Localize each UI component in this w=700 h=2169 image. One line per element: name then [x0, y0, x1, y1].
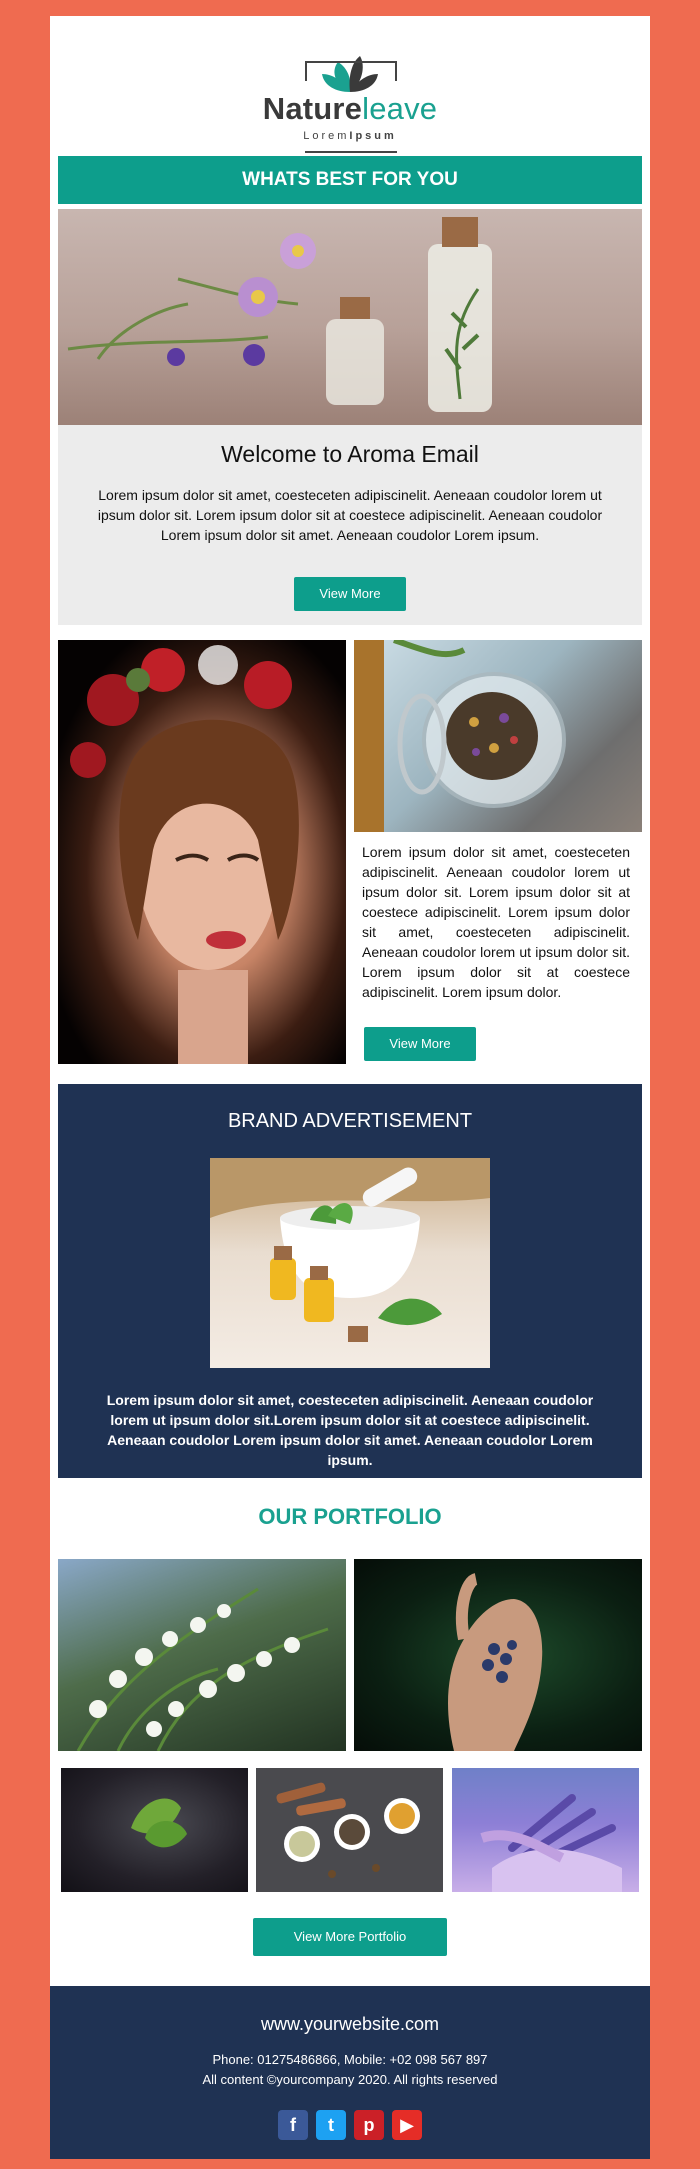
email-container: Natureleave LoremIpsum WHATS BEST FOR YO… — [50, 16, 650, 2159]
footer: www.yourwebsite.com Phone: 01275486866, … — [50, 1986, 650, 2159]
tea-jar-image — [354, 640, 642, 832]
hand-illustration — [448, 1573, 543, 1751]
section-banner: WHATS BEST FOR YOU — [58, 156, 642, 204]
portfolio-image-lavender[interactable] — [452, 1768, 639, 1892]
brand-text: Lorem ipsum dolor sit amet, coesteceten … — [106, 1392, 594, 1468]
hero-image-aroma-bottles — [58, 209, 642, 425]
logo-tagline-part2: Ipsum — [349, 130, 397, 142]
portfolio-title: OUR PORTFOLIO — [258, 1504, 442, 1529]
portfolio-image-hand-berries[interactable] — [354, 1559, 642, 1751]
mortar-pestle-image — [210, 1158, 490, 1368]
contact-phone: Phone: 01275486866, Mobile: +02 098 567 … — [212, 2052, 488, 2067]
portrait-image-flower-crown — [58, 640, 346, 1064]
social-links: f t p ▶ — [278, 2110, 422, 2140]
basil-illustration — [131, 1798, 187, 1848]
hero-illustration — [67, 217, 492, 412]
jar-illustration — [354, 640, 566, 832]
view-more-portfolio-button[interactable]: View More Portfolio — [253, 1918, 447, 1956]
welcome-section: Welcome to Aroma Email Lorem ipsum dolor… — [58, 425, 642, 625]
portfolio-image-spices[interactable] — [256, 1768, 443, 1892]
logo-name-part2: leave — [362, 91, 438, 126]
website-link[interactable]: www.yourwebsite.com — [50, 2014, 650, 2035]
feature-text: Lorem ipsum dolor sit amet, coesteceten … — [362, 844, 630, 1000]
logo-name-part1: Nature — [262, 91, 363, 126]
brand-illustration — [210, 1158, 490, 1342]
portrait-illustration — [70, 645, 299, 1064]
logo-tagline: LoremIpsum — [50, 130, 650, 142]
welcome-text: Lorem ipsum dolor sit amet, coesteceten … — [97, 487, 603, 543]
portfolio-image-lily-of-the-valley[interactable] — [58, 1559, 346, 1751]
logo[interactable]: Natureleave LoremIpsum — [50, 36, 650, 156]
spices-illustration — [276, 1782, 420, 1878]
brand-advertisement-section: BRAND ADVERTISEMENT Lorem ipsum dolor si… — [58, 1084, 642, 1478]
lavender-illustration — [480, 1794, 622, 1892]
facebook-icon[interactable]: f — [278, 2110, 308, 2140]
brand-title: BRAND ADVERTISEMENT — [227, 1110, 473, 1132]
logo-name: Natureleave — [50, 91, 650, 127]
view-more-button[interactable]: View More — [294, 577, 406, 611]
welcome-title: Welcome to Aroma Email — [221, 441, 479, 467]
pinterest-icon[interactable]: p — [354, 2110, 384, 2140]
copyright-text: All content ©yourcompany 2020. All right… — [202, 2072, 498, 2087]
twitter-icon[interactable]: t — [316, 2110, 346, 2140]
lily-illustration — [76, 1587, 329, 1751]
youtube-icon[interactable]: ▶ — [392, 2110, 422, 2140]
view-more-button-2[interactable]: View More — [364, 1027, 476, 1061]
portfolio-image-basil-leaf[interactable] — [61, 1768, 248, 1892]
logo-tagline-part1: Lorem — [303, 130, 350, 142]
